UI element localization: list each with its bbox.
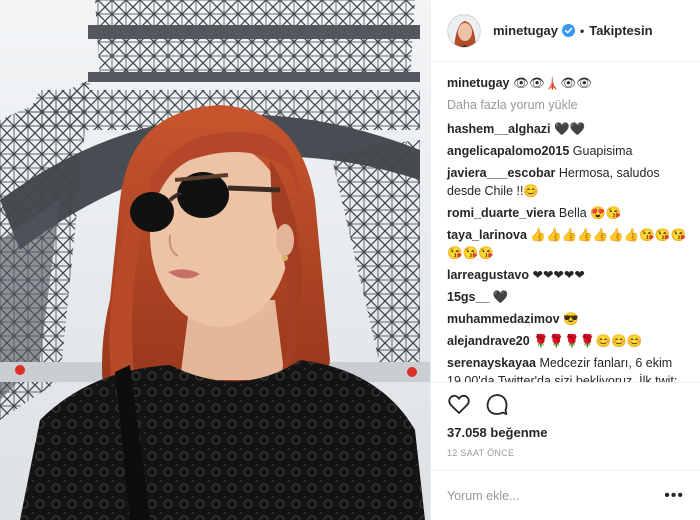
- post-time: 12 SAAT ÖNCE: [447, 448, 515, 458]
- post-actions: 37.058 beğenme 12 SAAT ÖNCE: [431, 382, 700, 470]
- caption-text: 👁👁🗼👁👁: [513, 76, 593, 90]
- instagram-post: minetugay • Takiptesin minetugay 👁👁🗼👁👁 D…: [0, 0, 700, 520]
- comment-text: Guapisima: [572, 144, 633, 158]
- caption-username[interactable]: minetugay: [447, 76, 510, 90]
- comment-icon[interactable]: [485, 392, 509, 416]
- likes-count[interactable]: 37.058 beğenme: [447, 425, 684, 440]
- comment-item: romi_duarte_viera Bella 😍😘: [447, 204, 688, 222]
- comment-item: hashem__alghazi 🖤🖤: [447, 120, 688, 138]
- comments-list: minetugay 👁👁🗼👁👁 Daha fazla yorum yükle h…: [431, 62, 700, 382]
- comment-username[interactable]: taya_larinova: [447, 228, 527, 242]
- comment-input[interactable]: [447, 488, 647, 503]
- comment-username[interactable]: romi_duarte_viera: [447, 206, 555, 220]
- comment-item: alejandrave20 🌹🌹🌹🌹😊😊😊: [447, 332, 688, 350]
- comment-item: javiera___escobar Hermosa, saludos desde…: [447, 164, 688, 200]
- comment-username[interactable]: hashem__alghazi: [447, 122, 551, 136]
- comment-item: muhammedazimov 😎: [447, 310, 688, 328]
- comment-item: serenayskayaa Medcezir fanları, 6 ekim 1…: [447, 354, 688, 382]
- header-username[interactable]: minetugay: [493, 23, 558, 38]
- following-button[interactable]: Takiptesin: [589, 23, 652, 38]
- comment-username[interactable]: alejandrave20: [447, 334, 530, 348]
- more-options-icon[interactable]: •••: [664, 487, 684, 505]
- avatar[interactable]: [447, 13, 481, 48]
- heart-icon[interactable]: [447, 392, 471, 416]
- comment-username[interactable]: muhammedazimov: [447, 312, 560, 326]
- comment-username[interactable]: angelicapalomo2015: [447, 144, 569, 158]
- comment-username[interactable]: javiera___escobar: [447, 166, 555, 180]
- comment-item: larreagustavo ❤❤❤❤❤: [447, 266, 688, 284]
- verified-badge-icon: [562, 24, 576, 37]
- comment-username[interactable]: larreagustavo: [447, 268, 529, 282]
- load-more-comments-link[interactable]: Daha fazla yorum yükle: [447, 96, 688, 114]
- separator-dot: •: [580, 23, 585, 38]
- comment-username[interactable]: 15gs__: [447, 290, 489, 304]
- comment-text: 🖤🖤: [554, 122, 586, 136]
- comment-item: 15gs__ 🖤: [447, 288, 688, 306]
- caption: minetugay 👁👁🗼👁👁: [447, 74, 688, 92]
- post-header: minetugay • Takiptesin: [431, 0, 700, 62]
- comment-username[interactable]: serenayskayaa: [447, 356, 536, 370]
- post-photo[interactable]: [0, 0, 430, 520]
- comment-item: angelicapalomo2015 Guapisima: [447, 142, 688, 160]
- comment-text: 🌹🌹🌹🌹😊😊😊: [533, 334, 643, 348]
- comment-text: 😎: [563, 312, 579, 326]
- avatar-image: [448, 14, 480, 47]
- selfie-eiffel-tower-image: [0, 0, 430, 520]
- comment-text: Bella 😍😘: [558, 206, 622, 220]
- add-comment-bar: •••: [431, 470, 700, 520]
- action-icons: [447, 391, 684, 417]
- comment-text: 🖤: [492, 290, 509, 304]
- post-side-panel: minetugay • Takiptesin minetugay 👁👁🗼👁👁 D…: [430, 0, 700, 520]
- comment-text: ❤❤❤❤❤: [532, 268, 585, 282]
- comment-item: taya_larinova 👍👍👍👍👍👍👍😘😘😘😘😘😘: [447, 226, 688, 262]
